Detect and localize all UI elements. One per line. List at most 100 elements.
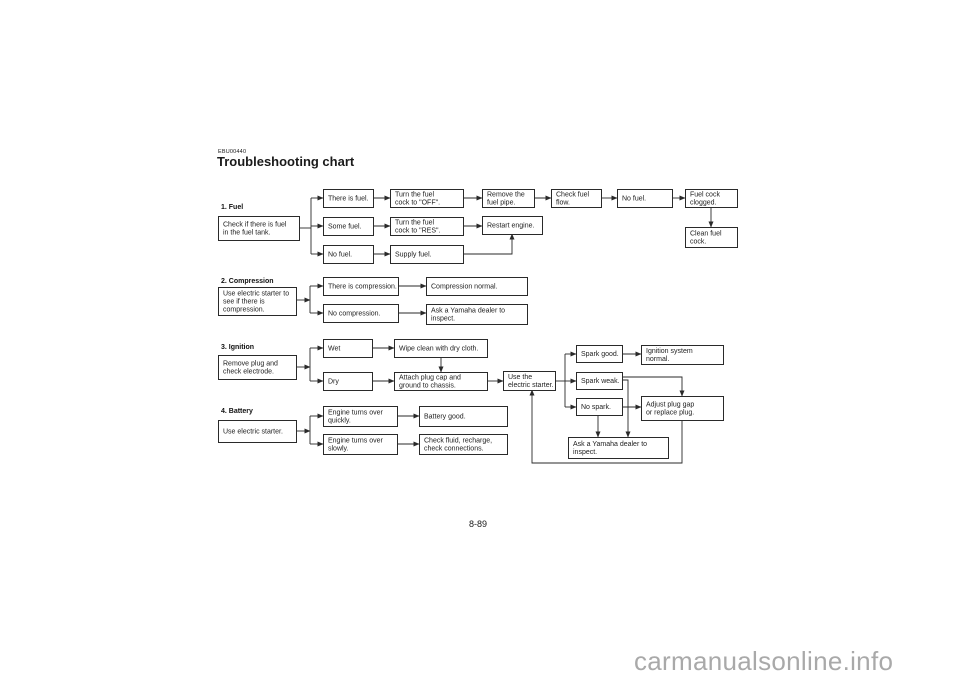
box-text: No fuel.	[622, 196, 646, 203]
box-text: see if there is	[223, 299, 265, 306]
section-label-ignition: 3. Ignition	[221, 344, 254, 351]
box-text: check electrode.	[223, 369, 274, 376]
box-text: Clean fuel	[690, 231, 722, 238]
box-text: slowly.	[328, 446, 349, 453]
box-text: normal.	[646, 356, 669, 363]
box-text: No compression.	[328, 311, 381, 318]
flow-box-spark-weak: Spark weak.	[576, 372, 623, 390]
flow-box-adjust-plug: Adjust plug gapor replace plug.	[641, 396, 724, 421]
flow-box-use-starter: Use theelectric starter.	[503, 371, 556, 391]
page-number: 8-89	[469, 519, 488, 529]
box-text: inspect.	[431, 316, 455, 323]
flow-box-remove-pipe: Remove thefuel pipe.	[482, 189, 535, 208]
box-text: Remove plug and	[223, 361, 278, 368]
flow-box-is-compression: There is compression.	[323, 277, 399, 296]
flow-box-restart-engine: Restart engine.	[482, 216, 543, 235]
box-text: Engine turns over	[328, 410, 384, 417]
box-text: Wipe clean with dry cloth.	[399, 346, 478, 353]
box-text: No fuel.	[328, 252, 352, 259]
box-text: No spark.	[581, 404, 611, 411]
flow-box-turns-quick: Engine turns overquickly.	[323, 406, 398, 427]
flow-box-comp-dealer: Ask a Yamaha dealer toinspect.	[426, 304, 528, 325]
flow-box-wet: Wet	[323, 339, 373, 358]
box-text: There is compression.	[328, 284, 397, 291]
box-text: inspect.	[573, 449, 597, 456]
flow-box-no-fuel: No fuel.	[323, 245, 374, 264]
flow-box-cock-res: Turn the fuelcock to "RES".	[390, 217, 464, 236]
box-text: There is fuel.	[328, 196, 369, 203]
box-text: Ignition system	[646, 348, 693, 355]
box-text: Supply fuel.	[395, 252, 432, 259]
flow-box-some-fuel: Some fuel.	[323, 217, 374, 236]
box-text: Engine turns over	[328, 438, 384, 445]
box-text: Some fuel.	[328, 224, 362, 231]
box-text: Dry	[328, 379, 339, 386]
box-text: Battery good.	[424, 414, 466, 421]
box-text: cock.	[690, 239, 706, 246]
box-text: Compression normal.	[431, 284, 498, 291]
box-text: in the fuel tank.	[223, 230, 271, 237]
flow-box-check-fluid: Check fluid, recharge,check connections.	[419, 434, 508, 455]
box-text: Wet	[328, 346, 340, 353]
box-text: Spark weak.	[581, 378, 620, 385]
box-text: Turn the fuel	[395, 220, 434, 227]
box-text: Restart engine.	[487, 223, 535, 230]
section-label-fuel: 1. Fuel	[221, 204, 243, 211]
flow-box-no-compression: No compression.	[323, 304, 399, 323]
watermark: carmanualsonline.info	[634, 646, 894, 676]
flow-box-cock-off: Turn the fuelcock to "OFF".	[390, 189, 464, 208]
box-text: Adjust plug gap	[646, 402, 694, 409]
box-text: check connections.	[424, 446, 484, 453]
flow-box-fuel-check: Check if there is fuelin the fuel tank.	[218, 216, 300, 241]
flow-box-comp-check: Use electric starter tosee if there isco…	[218, 287, 297, 316]
flow-box-supply-fuel: Supply fuel.	[390, 245, 464, 264]
troubleshooting-flowchart: 1. Fuel 2. Compression 3. Ignition 4. Batte…	[218, 189, 738, 464]
flow-box-bat-check: Use electric starter.	[218, 420, 297, 443]
flow-box-ign-check: Remove plug andcheck electrode.	[218, 355, 297, 380]
box-border	[218, 216, 300, 241]
flow-box-check-flow: Check fuelflow.	[551, 189, 602, 208]
flow-box-battery-good: Battery good.	[419, 406, 508, 427]
box-text: Spark good.	[581, 351, 619, 358]
box-border	[218, 355, 297, 380]
box-text: Check fuel	[556, 192, 590, 199]
box-text: Attach plug cap and	[399, 375, 461, 382]
box-border	[641, 396, 724, 421]
section-label-compression: 2. Compression	[221, 278, 274, 285]
box-text: Use electric starter to	[223, 291, 289, 298]
section-label-battery: 4. Battery	[221, 408, 253, 415]
box-text: Use electric starter.	[223, 429, 283, 436]
box-text: electric starter.	[508, 382, 554, 389]
box-text: Fuel cock	[690, 192, 720, 199]
box-text: cock to "RES".	[395, 228, 440, 235]
flow-box-wipe: Wipe clean with dry cloth.	[394, 339, 488, 358]
flow-arrow	[463, 233, 515, 255]
flow-box-comp-normal: Compression normal.	[426, 277, 528, 296]
box-text: quickly.	[328, 418, 351, 425]
flow-box-cock-clogged: Fuel cockclogged.	[685, 189, 738, 208]
flow-box-there-is-fuel: There is fuel.	[323, 189, 374, 208]
box-text: Check fluid, recharge,	[424, 438, 492, 445]
box-text: Use the	[508, 374, 532, 381]
flow-box-spark-good: Spark good.	[576, 345, 623, 363]
flow-box-dry: Dry	[323, 372, 373, 391]
box-text: fuel pipe.	[487, 200, 515, 207]
box-text: Turn the fuel	[395, 192, 434, 199]
box-text: or replace plug.	[646, 410, 694, 417]
flow-box-turns-slow: Engine turns overslowly.	[323, 434, 398, 455]
flow-box-attach-cap: Attach plug cap andground to chassis.	[394, 372, 488, 391]
flow-arrow	[622, 376, 685, 397]
box-text: clogged.	[690, 200, 717, 207]
box-text: ground to chassis.	[399, 383, 456, 390]
flow-box-no-fuel-flow: No fuel.	[617, 189, 673, 208]
box-text: Ask a Yamaha dealer to	[573, 441, 647, 448]
box-text: Remove the	[487, 192, 525, 199]
flow-box-ign-dealer: Ask a Yamaha dealer toinspect.	[568, 437, 669, 459]
flow-box-ign-normal: Ignition systemnormal.	[641, 345, 724, 365]
box-text: Ask a Yamaha dealer to	[431, 308, 505, 315]
box-text: Check if there is fuel	[223, 222, 287, 229]
flow-box-no-spark: No spark.	[576, 398, 623, 416]
box-text: flow.	[556, 200, 570, 207]
flow-box-clean-cock: Clean fuelcock.	[685, 227, 738, 248]
box-text: compression.	[223, 307, 265, 314]
